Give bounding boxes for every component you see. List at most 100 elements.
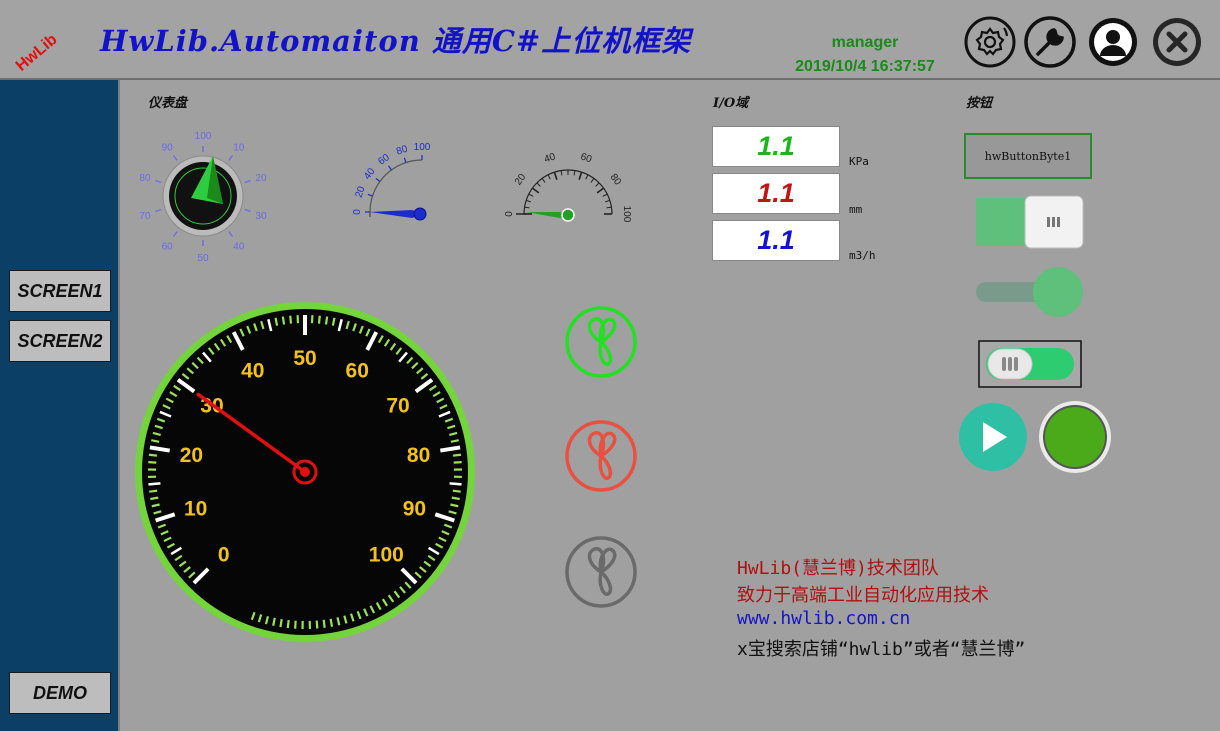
blue-gauge-tick-label: 80 — [395, 144, 409, 158]
green-gauge-tick-label: 40 — [543, 151, 557, 165]
speedometer-tick-label: 50 — [293, 347, 316, 370]
blue-arc-gauge: 0 20 406080 100 — [352, 142, 431, 221]
toggle-switch-3[interactable] — [978, 340, 1082, 388]
speedometer-tick-label: 90 — [403, 498, 426, 521]
fan-icon — [587, 317, 617, 366]
blue-gauge-tick-label: 100 — [414, 142, 431, 153]
logo: HwLib — [13, 31, 61, 72]
io-section-label: I/O域 — [713, 96, 749, 111]
blue-gauge-tick-label: 60 — [376, 152, 392, 168]
dial-tick-label: 80 — [139, 173, 151, 184]
io-unit-level: mm — [849, 203, 863, 216]
settings-button[interactable] — [964, 16, 1016, 68]
close-button[interactable] — [1151, 16, 1203, 68]
green-gauge-tick — [595, 182, 600, 187]
wrench-icon — [1036, 28, 1064, 56]
settings-icon — [975, 27, 1009, 56]
blue-gauge-tick — [403, 157, 407, 163]
io-field-flow[interactable]: 1.1 — [712, 220, 840, 261]
green-gauge-tick — [560, 170, 563, 176]
blue-gauge-tick-label: 40 — [362, 166, 378, 182]
blue-gauge-tick — [375, 178, 381, 182]
speedometer-minor-tick — [149, 489, 158, 493]
green-gauge-tick — [525, 199, 532, 203]
green-gauge-tick — [573, 170, 576, 176]
grip-icon — [1047, 217, 1060, 227]
slide-switch-knob — [1033, 267, 1083, 317]
dial-tick — [155, 179, 162, 184]
blue-gauge-tick-label: 20 — [354, 185, 368, 199]
io-field-pressure[interactable]: 1.1 — [712, 126, 840, 167]
io-unit-pressure: KPa — [849, 155, 869, 168]
dial-gauge: 100 10 20 30 40 50 60 70 80 90 — [139, 131, 267, 264]
fan-icon — [587, 431, 617, 480]
current-datetime: 2019/10/4 16:37:57 — [795, 58, 935, 75]
dial-tick-label: 10 — [233, 143, 245, 154]
speedometer-tick-label: 0 — [218, 543, 230, 566]
speedometer-minor-tick — [274, 317, 279, 326]
fan-running[interactable] — [562, 304, 640, 380]
dial-tick-label: 70 — [139, 211, 151, 222]
fan-icon — [587, 547, 617, 596]
dial-tick-label: 60 — [162, 241, 174, 252]
green-gauge-tick — [606, 206, 612, 209]
dial-tick — [173, 231, 178, 237]
speedometer-minor-tick — [452, 453, 462, 457]
status-lamp[interactable] — [1036, 400, 1114, 474]
green-gauge-tick — [578, 171, 583, 181]
play-button[interactable] — [956, 402, 1030, 472]
speedometer-minor-tick — [452, 489, 461, 493]
green-gauge-tick — [547, 174, 551, 180]
fan-fault[interactable] — [562, 418, 640, 494]
sidebar: SCREEN1 SCREEN2 DEMO — [0, 80, 120, 731]
speedometer-minor-tick — [317, 315, 321, 324]
info-website[interactable]: www.hwlib.com.cn — [737, 608, 910, 629]
speedometer-tick-label: 40 — [241, 360, 264, 383]
nav-screen1-button[interactable]: SCREEN1 — [9, 270, 111, 312]
dial-tick-label: 100 — [195, 131, 212, 142]
green-gauge-tick — [536, 182, 541, 187]
green-gauge-tick-label: 60 — [579, 151, 593, 165]
speedometer-tick-label: 70 — [386, 394, 409, 417]
user-button[interactable] — [1087, 16, 1139, 68]
grip-icon — [1002, 357, 1018, 371]
dial-tick — [155, 208, 162, 213]
blue-gauge-tick — [367, 193, 373, 197]
dial-tick-label: 90 — [162, 143, 174, 154]
speedometer-minor-tick — [148, 461, 157, 464]
nav-demo-button[interactable]: DEMO — [9, 672, 111, 714]
speedometer-minor-tick — [453, 461, 462, 464]
byte-button[interactable]: hwButtonByte1 — [964, 133, 1092, 179]
slide-switch-2[interactable] — [972, 264, 1086, 320]
blue-gauge-tick-label: 0 — [352, 209, 363, 215]
speedometer-tick-label: 60 — [346, 360, 369, 383]
speedometer-tick-label: 80 — [407, 444, 430, 467]
toggle-switch-1[interactable] — [972, 194, 1086, 250]
logo-text: HwLib — [13, 31, 61, 72]
blue-gauge-tick — [388, 165, 392, 171]
dial-tick-label: 20 — [255, 173, 267, 184]
speedometer-tick-label: 100 — [369, 543, 404, 566]
green-gauge-tick-label: 0 — [504, 211, 515, 217]
app-title: HwLib.Automaiton 通用C#上位机框架 — [100, 24, 692, 58]
speedometer-minor-tick — [281, 316, 286, 325]
dial-tick-label: 30 — [255, 211, 267, 222]
nav-screen2-button[interactable]: SCREEN2 — [9, 320, 111, 362]
green-gauge-tick-label: 20 — [513, 172, 529, 188]
speedometer-minor-tick — [451, 496, 460, 501]
green-gauge-tick — [596, 187, 605, 194]
fan-off[interactable] — [562, 534, 640, 610]
dial-tick — [173, 155, 178, 161]
buttons-section-label: 按钮 — [966, 96, 993, 111]
speedometer-minor-tick — [150, 496, 159, 501]
green-gauge-tick — [585, 174, 589, 180]
green-gauge-tick — [541, 178, 546, 183]
app-window: HwLib HwLib.Automaiton 通用C#上位机框架 manager… — [0, 0, 1220, 731]
io-field-level[interactable]: 1.1 — [712, 173, 840, 214]
current-user: manager — [831, 34, 899, 51]
speedometer-tick-label: 20 — [180, 444, 203, 467]
tools-button[interactable] — [1024, 16, 1076, 68]
speedometer-minor-tick — [148, 453, 158, 457]
speedometer-minor-tick — [289, 315, 293, 324]
green-gauge-tick — [590, 178, 595, 183]
